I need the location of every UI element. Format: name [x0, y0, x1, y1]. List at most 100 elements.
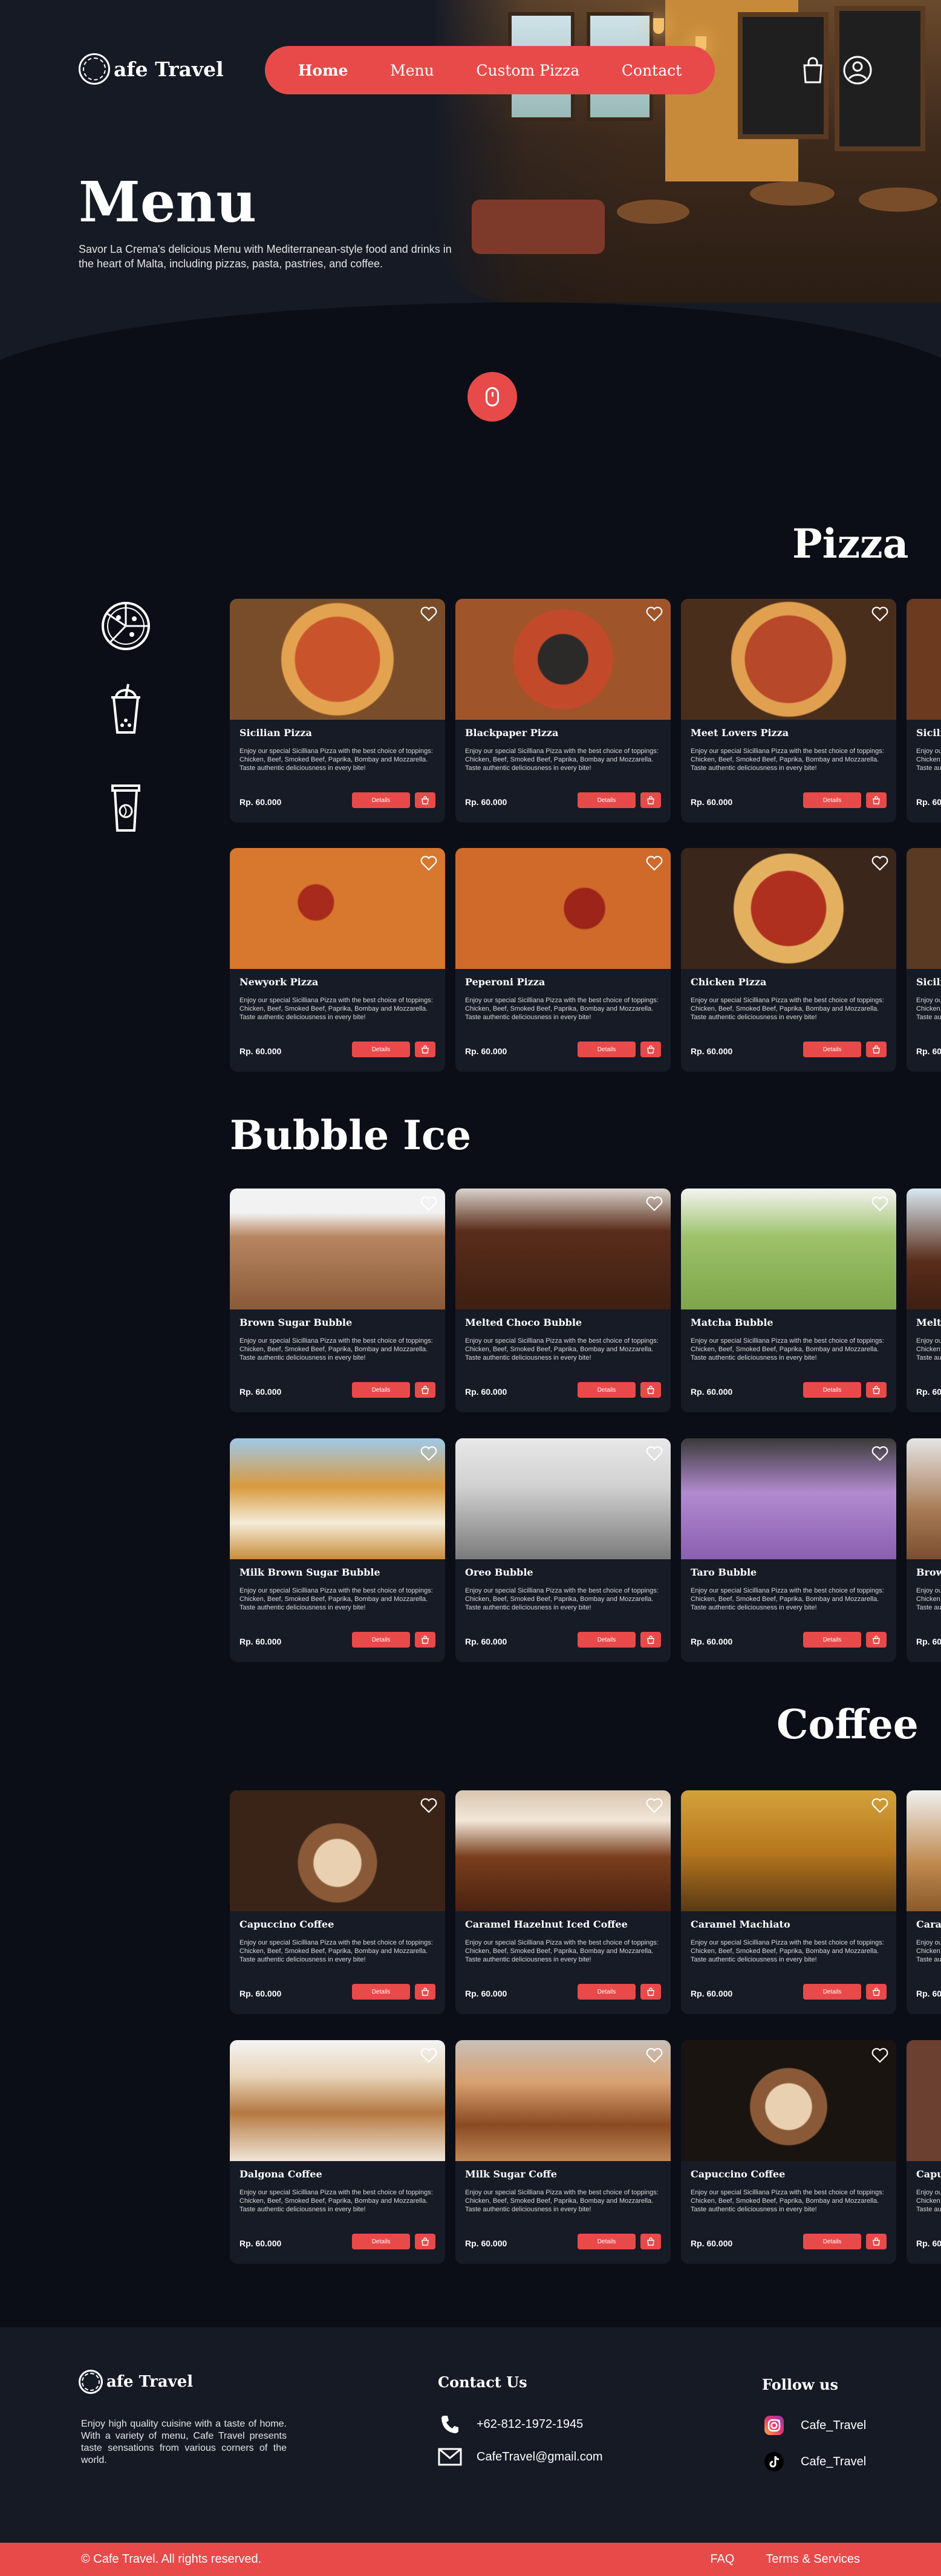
instagram-link[interactable]: Cafe_Travel — [762, 2415, 866, 2436]
details-button[interactable]: Details — [352, 1984, 410, 2000]
product-card[interactable]: Peperoni Pizza Enjoy our special Sicillia… — [455, 848, 671, 1072]
product-card[interactable]: Melted Choco Bubble Enjoy our special Sic… — [455, 1189, 671, 1412]
details-button[interactable]: Details — [352, 1042, 410, 1057]
pizza-icon[interactable] — [96, 596, 156, 656]
mouse-scroll-icon — [486, 387, 499, 406]
product-card[interactable]: Taro Bubble Enjoy our special Sicilliana … — [681, 1438, 896, 1662]
details-button[interactable]: Details — [578, 1382, 636, 1398]
product-card[interactable]: Capuccino Coffee Enjoy our special Sicill… — [907, 2040, 941, 2264]
contact-phone[interactable]: +62-812-1972-1945 — [438, 2413, 583, 2435]
details-button[interactable]: Details — [803, 1632, 861, 1648]
add-to-cart-button[interactable] — [415, 1382, 435, 1398]
heart-icon[interactable] — [645, 605, 663, 623]
add-to-cart-button[interactable] — [415, 1984, 435, 2000]
product-card[interactable]: Meet Lovers Pizza Enjoy our special Sicil… — [681, 599, 896, 823]
details-button[interactable]: Details — [352, 792, 410, 808]
product-card[interactable]: Melted Choco Bubble Enjoy our special Sic… — [907, 1189, 941, 1412]
faq-link[interactable]: FAQ — [710, 2552, 734, 2566]
product-card[interactable]: Dalgona Coffee Enjoy our special Sicillia… — [230, 2040, 445, 2264]
product-card[interactable]: Brown Sugar Bubble Enjoy our special Sici… — [907, 1438, 941, 1662]
heart-icon[interactable] — [871, 1195, 889, 1213]
details-button[interactable]: Details — [578, 1632, 636, 1648]
add-to-cart-button[interactable] — [415, 1042, 435, 1057]
add-to-cart-button[interactable] — [415, 792, 435, 808]
nav-home[interactable]: Home — [298, 62, 348, 79]
product-card[interactable]: Matcha Bubble Enjoy our special Sicillian… — [681, 1189, 896, 1412]
tiktok-link[interactable]: Cafe_Travel — [762, 2451, 866, 2473]
details-button[interactable]: Details — [803, 1382, 861, 1398]
add-to-cart-button[interactable] — [866, 1984, 887, 2000]
shopping-bag-icon[interactable] — [797, 54, 829, 86]
scroll-down-button[interactable] — [467, 372, 517, 422]
product-card[interactable]: Newyork Pizza Enjoy our special Sicillian… — [230, 848, 445, 1072]
product-card[interactable]: Caramel Machiato Enjoy our special Sicill… — [907, 1790, 941, 2014]
add-to-cart-button[interactable] — [640, 1632, 661, 1648]
user-icon[interactable] — [842, 54, 873, 86]
details-button[interactable]: Details — [803, 1042, 861, 1057]
add-to-cart-button[interactable] — [640, 2234, 661, 2249]
add-to-cart-button[interactable] — [866, 792, 887, 808]
details-button[interactable]: Details — [578, 1042, 636, 1057]
add-to-cart-button[interactable] — [415, 1632, 435, 1648]
heart-icon[interactable] — [645, 1444, 663, 1462]
heart-icon[interactable] — [420, 605, 438, 623]
heart-icon[interactable] — [871, 2046, 889, 2064]
footer-logo[interactable]: afe Travel — [79, 2370, 193, 2394]
heart-icon[interactable] — [645, 854, 663, 872]
add-to-cart-button[interactable] — [415, 2234, 435, 2249]
add-to-cart-button[interactable] — [866, 1042, 887, 1057]
product-card[interactable]: Capuccino Coffee Enjoy our special Sicill… — [681, 2040, 896, 2264]
details-button[interactable]: Details — [578, 2234, 636, 2249]
product-card[interactable]: Caramel Hazelnut Iced Coffee Enjoy our sp… — [455, 1790, 671, 2014]
nav-custom-pizza[interactable]: Custom Pizza — [476, 62, 579, 79]
add-to-cart-button[interactable] — [866, 1632, 887, 1648]
heart-icon[interactable] — [420, 854, 438, 872]
details-button[interactable]: Details — [578, 1984, 636, 2000]
heart-icon[interactable] — [645, 1195, 663, 1213]
details-button[interactable]: Details — [352, 2234, 410, 2249]
footer-brand-name: afe Travel — [106, 2373, 194, 2391]
bubble-drink-icon[interactable] — [96, 680, 156, 741]
product-card[interactable]: Chicken Pizza Enjoy our special Sicillian… — [681, 848, 896, 1072]
heart-icon[interactable] — [420, 1444, 438, 1462]
product-card[interactable]: Sicilian Pizza Enjoy our special Sicillia… — [907, 848, 941, 1072]
add-to-cart-button[interactable] — [640, 1382, 661, 1398]
heart-icon[interactable] — [645, 2046, 663, 2064]
brand-logo[interactable]: afe Travel — [79, 53, 224, 85]
details-button[interactable]: Details — [803, 2234, 861, 2249]
add-to-cart-button[interactable] — [640, 792, 661, 808]
product-card[interactable]: Caramel Machiato Enjoy our special Sicill… — [681, 1790, 896, 2014]
heart-icon[interactable] — [871, 1444, 889, 1462]
heart-icon[interactable] — [871, 854, 889, 872]
product-card[interactable]: Milk Brown Sugar Bubble Enjoy our special… — [230, 1438, 445, 1662]
product-card[interactable]: Sicilian Pizza Enjoy our special Sicillia… — [907, 599, 941, 823]
product-card[interactable]: Oreo Bubble Enjoy our special Sicilliana … — [455, 1438, 671, 1662]
nav-contact[interactable]: Contact — [622, 62, 682, 79]
add-to-cart-button[interactable] — [640, 1984, 661, 2000]
details-button[interactable]: Details — [352, 1382, 410, 1398]
contact-email[interactable]: CafeTravel@gmail.com — [438, 2446, 603, 2468]
details-button[interactable]: Details — [352, 1632, 410, 1648]
product-card[interactable]: Milk Sugar Coffe Enjoy our special Sicill… — [455, 2040, 671, 2264]
nav-menu[interactable]: Menu — [390, 62, 434, 79]
heart-icon[interactable] — [420, 2046, 438, 2064]
heart-icon[interactable] — [871, 605, 889, 623]
terms-link[interactable]: Terms & Services — [766, 2552, 860, 2566]
add-to-cart-button[interactable] — [866, 2234, 887, 2249]
heart-icon[interactable] — [871, 1796, 889, 1815]
coffee-cup-icon[interactable] — [96, 777, 156, 838]
product-card[interactable]: Blackpaper Pizza Enjoy our special Sicill… — [455, 599, 671, 823]
product-price: Rp. 60.000 — [691, 1989, 733, 1998]
heart-icon[interactable] — [420, 1796, 438, 1815]
product-card[interactable]: Sicilian Pizza Enjoy our special Sicillia… — [230, 599, 445, 823]
details-button[interactable]: Details — [803, 792, 861, 808]
add-to-cart-button[interactable] — [866, 1382, 887, 1398]
product-card[interactable]: Brown Sugar Bubble Enjoy our special Sici… — [230, 1189, 445, 1412]
product-description: Enjoy our special Sicilliana Pizza with … — [691, 2189, 884, 2213]
details-button[interactable]: Details — [578, 792, 636, 808]
product-card[interactable]: Capuccino Coffee Enjoy our special Sicill… — [230, 1790, 445, 2014]
add-to-cart-button[interactable] — [640, 1042, 661, 1057]
details-button[interactable]: Details — [803, 1984, 861, 2000]
heart-icon[interactable] — [645, 1796, 663, 1815]
heart-icon[interactable] — [420, 1195, 438, 1213]
